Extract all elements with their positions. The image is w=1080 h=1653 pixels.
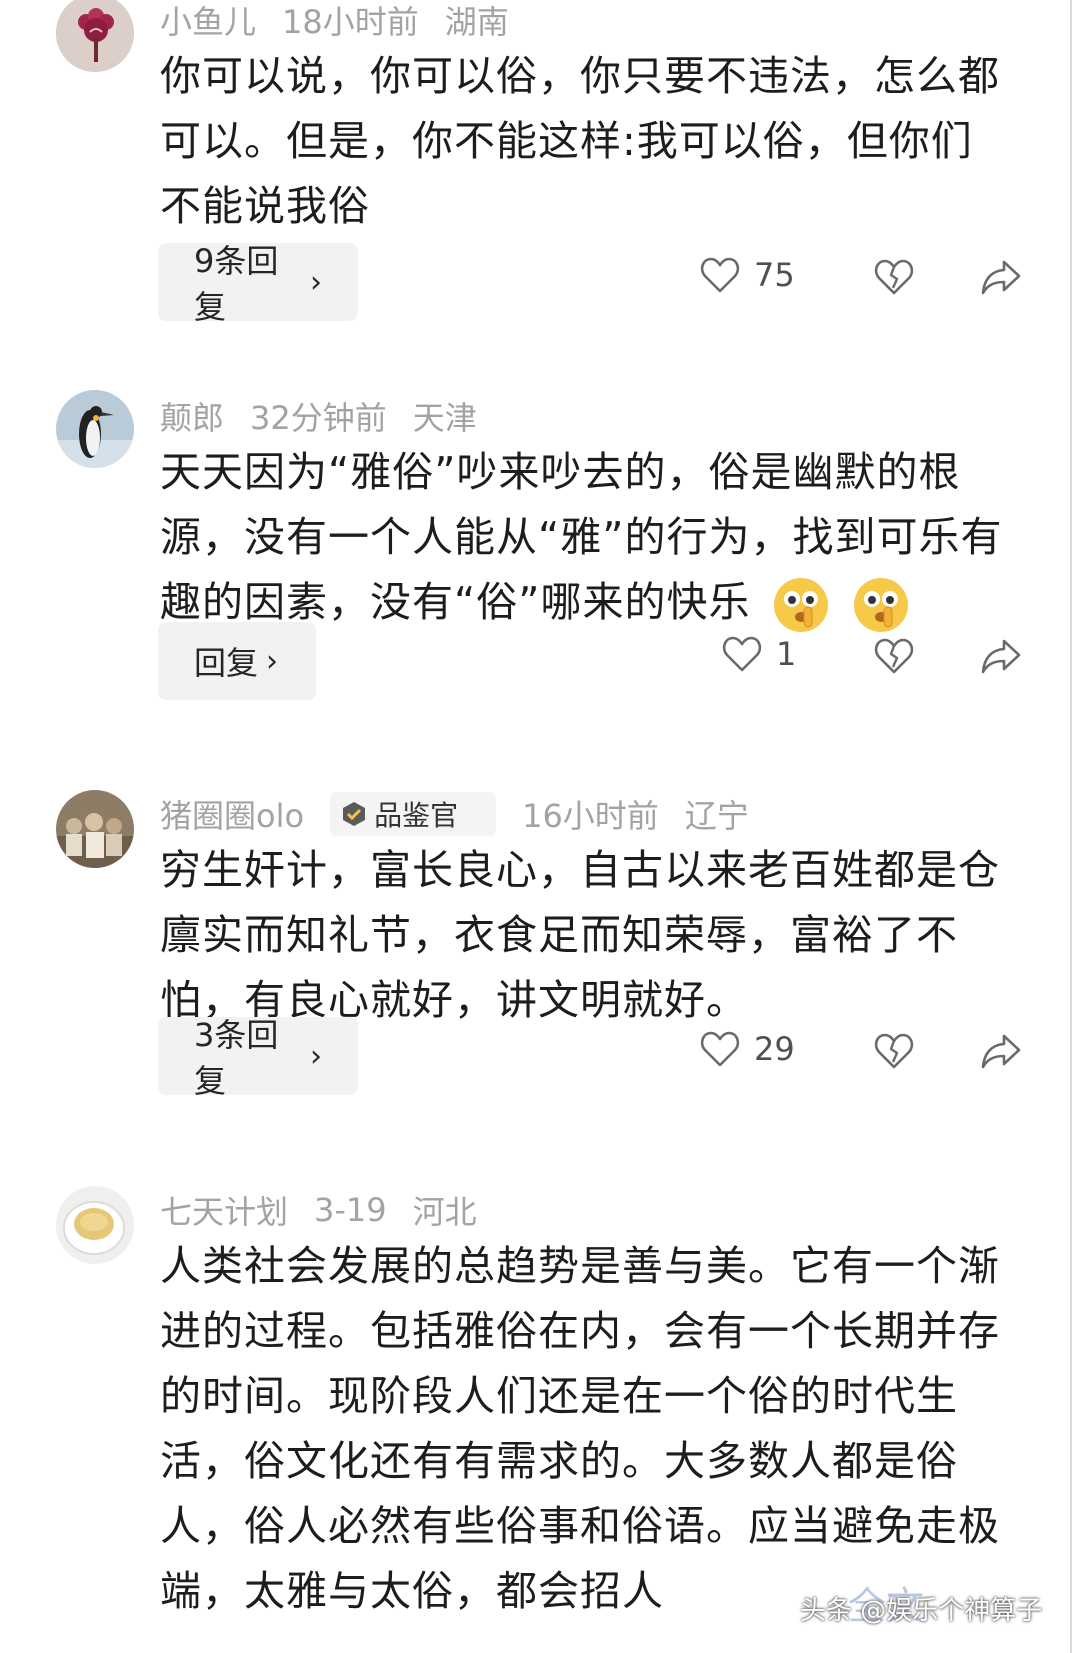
toutiao-watermark: 头条 @娱乐个神算子 [800,1596,1043,1626]
chevron-right-icon: › [266,643,279,679]
broken-heart-icon [874,259,914,295]
location: 湖南 [444,3,509,41]
avatar[interactable] [56,1186,134,1264]
tea-cup-avatar-icon [56,1186,134,1264]
username[interactable]: 颠郎 [160,393,224,439]
username[interactable]: 小鱼儿 [160,0,256,43]
share-arrow-icon [981,1034,1021,1069]
comment-meta: 颠郎 32分钟前 天津 [160,394,503,438]
timestamp: 3-19 [314,1191,387,1229]
comment-meta: 猪圈圈olo 品鉴官 16小时前 辽宁 [160,792,775,836]
like-count: 75 [754,256,795,294]
verified-badge-icon [343,802,366,826]
location: 河北 [412,1193,477,1231]
chevron-right-icon: › [310,1038,322,1074]
comment-text[interactable]: 你可以说，你可以俗，你只要不违法，怎么都可以。但是，你不能这样:我可以俗，但你们… [160,44,1010,239]
dislike-button[interactable] [874,637,914,679]
share-arrow-icon [981,639,1021,674]
like-count: 29 [754,1030,795,1068]
shush-emoji-icon [773,578,828,632]
share-button[interactable] [980,637,1022,679]
replies-button[interactable]: 3条回复 › [158,1016,358,1100]
comment-text[interactable]: 天天因为“雅俗”吵来吵去的，俗是幽默的根源，没有一个人能从“雅”的行为，找到可乐… [160,440,1010,635]
connoisseur-badge[interactable]: 品鉴官 [330,792,497,836]
broken-heart-icon [874,638,914,674]
dislike-button[interactable] [874,258,914,300]
penguin-avatar-icon [56,390,134,468]
avatar[interactable] [56,0,134,72]
heart-icon [722,636,762,672]
share-button[interactable] [980,258,1022,300]
comment-text[interactable]: 穷生奸计，富长良心，自古以来老百姓都是仓廪实而知礼节，衣食足而知荣辱，富裕了不怕… [160,838,1010,1033]
share-arrow-icon [981,260,1021,295]
right-edge-divider [1070,0,1080,1653]
avatar[interactable] [56,790,134,868]
like-button[interactable]: 75 [700,256,795,294]
like-button[interactable]: 29 [700,1030,795,1068]
heart-icon [700,257,740,293]
avatar[interactable] [56,390,134,468]
like-count: 1 [776,635,797,673]
shush-emoji-icon [853,578,908,632]
group-photo-avatar-icon [56,790,134,868]
location: 辽宁 [684,797,749,835]
chevron-right-icon: › [310,264,322,300]
replies-button[interactable]: 9条回复 › [158,242,358,326]
broken-heart-icon [874,1033,914,1069]
reply-label: 回复 [194,644,259,682]
share-button[interactable] [980,1032,1022,1074]
flower-avatar-icon [56,0,134,72]
comment-meta: 七天计划 3-19 河北 [160,1188,503,1232]
timestamp: 16小时前 [522,797,659,835]
badge-label: 品鉴官 [374,799,459,832]
dislike-button[interactable] [874,1032,914,1074]
username[interactable]: 七天计划 [160,1187,288,1233]
replies-label: 9条回复 [194,242,279,326]
like-button[interactable]: 1 [722,635,796,673]
comment-text[interactable]: 人类社会发展的总趋势是善与美。它有一个渐进的过程。包括雅俗在内，会有一个长期并存… [160,1234,1010,1624]
location: 天津 [412,399,477,437]
replies-label: 3条回复 [194,1016,279,1100]
timestamp: 32分钟前 [250,399,387,437]
reply-button[interactable]: 回复 › [158,622,316,700]
username[interactable]: 猪圈圈olo [160,791,304,837]
comment-meta: 小鱼儿 18小时前 湖南 [160,0,535,42]
heart-icon [700,1031,740,1067]
timestamp: 18小时前 [282,3,419,41]
